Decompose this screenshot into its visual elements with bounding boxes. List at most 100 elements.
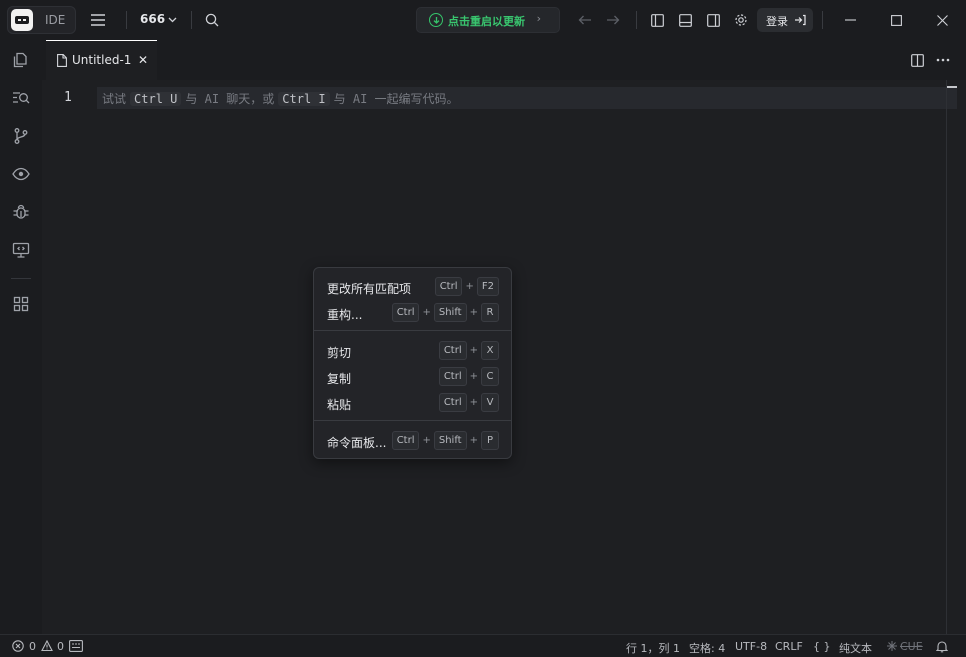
key: Ctrl <box>438 393 467 412</box>
key: Ctrl <box>434 277 463 296</box>
key: Ctrl <box>438 341 467 360</box>
shortcut: Ctrl + F2 <box>434 277 499 296</box>
hint-text: 与 AI 聊天，或 <box>185 92 275 106</box>
menu-item-refactor[interactable]: 重构... Ctrl + Shift + R <box>314 301 511 325</box>
plus: + <box>422 435 431 446</box>
search-panel-icon[interactable] <box>11 88 31 108</box>
download-icon <box>429 13 443 27</box>
chevron-right-icon: › <box>536 12 541 25</box>
menu-item-label: 复制 <box>327 372 352 386</box>
error-count: 0 <box>29 640 36 653</box>
key: Shift <box>433 303 467 322</box>
cue-off-icon <box>886 640 898 652</box>
split-editor-icon[interactable] <box>908 52 926 68</box>
menu-item-label: 命令面板... <box>327 436 387 450</box>
plus: + <box>469 397 478 408</box>
divider <box>11 278 31 279</box>
shortcut: Ctrl + V <box>438 393 499 412</box>
close-window-icon[interactable] <box>932 11 952 29</box>
menu-item-copy[interactable]: 复制 Ctrl + C <box>314 365 511 389</box>
indentation-setting[interactable]: 空格: 4 <box>689 640 725 656</box>
chevron-down-icon <box>166 15 178 25</box>
cursor-position[interactable]: 行 1，列 1 <box>626 640 680 656</box>
arrow-left-icon[interactable] <box>576 11 594 29</box>
menu-item-label: 剪切 <box>327 346 352 360</box>
key: C <box>481 367 499 386</box>
hamburger-menu-icon[interactable] <box>88 11 108 29</box>
login-button[interactable]: 登录 <box>757 8 813 32</box>
notifications-bell-icon[interactable] <box>936 640 948 653</box>
search-icon[interactable] <box>202 11 222 29</box>
hint-text: 与 AI 一起编写代码。 <box>333 92 459 106</box>
encoding-setting[interactable]: UTF-8 <box>735 640 767 653</box>
plus: + <box>469 371 478 382</box>
context-menu: 更改所有匹配项 Ctrl + F2 重构... Ctrl + Shift + R 剪切 Ct… <box>313 267 512 459</box>
eol-setting[interactable]: CRLF <box>775 640 803 653</box>
extensions-grid-icon[interactable] <box>11 294 31 314</box>
plus: + <box>465 281 474 292</box>
plus: + <box>469 307 478 318</box>
explorer-icon[interactable] <box>11 50 31 70</box>
cue-toggle[interactable]: CUE <box>900 640 923 653</box>
menu-item-change-all-occurrences[interactable]: 更改所有匹配项 Ctrl + F2 <box>314 275 511 299</box>
toggle-primary-sidebar-icon[interactable] <box>648 11 666 29</box>
minimize-window-icon[interactable] <box>840 11 860 29</box>
toggle-panel-icon[interactable] <box>676 11 694 29</box>
ai-hint-placeholder: 试试 Ctrl U与 AI 聊天，或 Ctrl I与 AI 一起编写代码。 <box>102 90 459 107</box>
toggle-secondary-sidebar-icon[interactable] <box>704 11 722 29</box>
remote-preview-icon[interactable] <box>11 240 31 260</box>
vertical-scrollbar[interactable] <box>946 80 947 634</box>
error-icon <box>12 640 24 652</box>
terminal-ports-icon[interactable] <box>69 640 83 652</box>
plus: + <box>469 435 478 446</box>
key: Ctrl <box>391 431 420 450</box>
update-label: 点击重启以更新 <box>448 15 525 28</box>
sign-in-icon <box>794 14 806 26</box>
hint-text: 试试 <box>102 92 127 106</box>
menu-item-cut[interactable]: 剪切 Ctrl + X <box>314 339 511 363</box>
menu-item-command-palette[interactable]: 命令面板... Ctrl + Shift + P <box>314 429 511 453</box>
title-bar: IDE 666 点击重启以更新 › 登录 <box>0 0 966 40</box>
eye-icon[interactable] <box>11 164 31 184</box>
scrollbar-cursor-marker <box>947 86 957 88</box>
tab-label: Untitled-1 <box>72 53 132 67</box>
debug-bug-icon[interactable] <box>11 202 31 222</box>
plus: + <box>469 345 478 356</box>
inline-shortcut-key: Ctrl I <box>278 92 330 106</box>
divider <box>191 11 192 29</box>
shortcut: Ctrl + Shift + P <box>391 431 499 450</box>
status-bar: 0 0 行 1，列 1 空格: 4 UTF-8 CRLF { } 纯文本 CUE <box>0 634 966 657</box>
arrow-right-icon[interactable] <box>604 11 622 29</box>
key: P <box>481 431 499 450</box>
plus: + <box>422 307 431 318</box>
gear-icon[interactable] <box>732 11 750 29</box>
warning-count: 0 <box>57 640 64 653</box>
source-control-icon[interactable] <box>11 126 31 146</box>
warning-icon <box>41 640 53 652</box>
login-label: 登录 <box>766 15 788 28</box>
language-braces-icon[interactable]: { } <box>813 640 831 653</box>
key: R <box>481 303 499 322</box>
maximize-window-icon[interactable] <box>886 11 906 29</box>
restart-to-update-button[interactable]: 点击重启以更新 › <box>416 7 560 33</box>
menu-item-paste[interactable]: 粘贴 Ctrl + V <box>314 391 511 415</box>
key: X <box>481 341 499 360</box>
key: Ctrl <box>438 367 467 386</box>
line-number: 1 <box>64 90 72 105</box>
chat-shortcut-key: Ctrl U <box>130 92 182 106</box>
tab-untitled-1[interactable]: Untitled-1 ✕ <box>46 40 157 80</box>
key: Ctrl <box>391 303 420 322</box>
close-tab-icon[interactable]: ✕ <box>138 53 148 67</box>
brand-label: IDE <box>45 13 66 27</box>
menu-separator <box>314 330 511 331</box>
language-mode[interactable]: 纯文本 <box>839 640 872 656</box>
shortcut: Ctrl + X <box>438 341 499 360</box>
menu-item-label: 粘贴 <box>327 398 352 412</box>
more-actions-icon[interactable] <box>934 52 952 68</box>
menu-item-label: 更改所有匹配项 <box>327 282 412 296</box>
shortcut: Ctrl + Shift + R <box>391 303 499 322</box>
ide-brand-button[interactable]: IDE <box>7 6 76 34</box>
ide-logo-icon <box>11 9 33 31</box>
key: F2 <box>476 277 499 296</box>
activity-bar <box>0 40 42 634</box>
